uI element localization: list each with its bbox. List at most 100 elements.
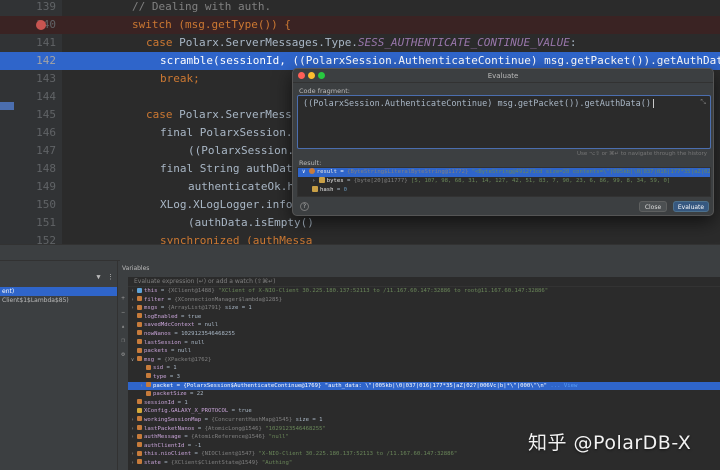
variable-row[interactable]: lastSession = null	[128, 339, 720, 348]
zoom-window-icon[interactable]	[318, 72, 325, 79]
line-number[interactable]: 142	[14, 52, 56, 70]
variable-row[interactable]: sessionId = 1	[128, 399, 720, 408]
close-window-icon[interactable]	[298, 72, 305, 79]
line-number[interactable]: 152	[14, 232, 56, 244]
variable-row[interactable]: › packet = {PolarxSession$AuthenticateCon…	[128, 381, 720, 391]
line-number[interactable]: 148	[14, 160, 56, 178]
line-number[interactable]: 144	[14, 88, 56, 106]
variable-name: state	[144, 459, 161, 466]
result-name: bytes	[326, 178, 344, 184]
variable-row[interactable]: › state = {XClient$ClientState@1549} "Aut…	[128, 459, 720, 468]
variable-type: {XClient$ClientState@1549}	[170, 459, 262, 466]
infinity-icon	[308, 168, 315, 174]
variable-row[interactable]: packetSize = 22	[128, 390, 720, 399]
variable-value: "Authing"	[261, 459, 293, 466]
variable-type: {NIOClient@1547}	[201, 451, 259, 458]
move-up-icon[interactable]: ▴	[119, 323, 127, 330]
line-number[interactable]: 151	[14, 214, 56, 232]
stack-frame[interactable]: Client$1$Lambda$85)	[0, 296, 117, 305]
variable-row[interactable]: › msgs = {ArrayList@1791} size = 1	[128, 304, 720, 313]
variable-name: packets	[144, 348, 168, 355]
result-row[interactable]: › bytes = {byte[20]@11777} [5, 107, 98, …	[298, 177, 710, 186]
variable-value: -1	[194, 442, 202, 449]
result-value: 0	[343, 187, 347, 193]
field-icon	[146, 364, 151, 370]
code-keyword: case	[146, 108, 180, 121]
frames-list[interactable]: ent) Client$1$Lambda$85)	[0, 261, 118, 470]
code-token: // Dealing with auth.	[132, 0, 272, 13]
variable-name: this.nioClient	[144, 451, 192, 458]
equals: =	[194, 322, 205, 329]
view-link[interactable]: ... View	[547, 383, 577, 389]
remove-watch-icon[interactable]: −	[119, 309, 127, 316]
code-text: final String authData =	[62, 160, 312, 178]
expand-editor-icon[interactable]: ⤡	[700, 98, 706, 107]
variable-row[interactable]: savedMdcContext = null	[128, 321, 720, 330]
code-line: 141 case Polarx.ServerMessages.Type.SESS_…	[0, 34, 720, 52]
equals: =	[173, 382, 184, 389]
variable-name: logEnabled	[144, 313, 178, 320]
settings-icon[interactable]: ⚙	[119, 351, 127, 358]
variable-type: {ConcurrentHashMap@1545}	[211, 416, 296, 423]
watch-input[interactable]: Evaluate expression (↵) or add a watch (…	[128, 277, 720, 287]
code-token: (authData.isEmpty()	[188, 216, 314, 229]
evaluate-dialog: Evaluate Code fragment: ((PolarxSession.…	[292, 68, 714, 216]
variable-value: 1029123546468255	[181, 330, 235, 337]
variable-row[interactable]: › filter = {XConnectionManager$lambda@128…	[128, 296, 720, 305]
copy-icon[interactable]: ❐	[119, 337, 127, 344]
variable-row[interactable]: › this = {XClient@1488} "XClient of X-NIO…	[128, 287, 720, 296]
expand-arrow-icon[interactable]: ›	[312, 178, 319, 184]
filter-icon[interactable]: ▼	[94, 274, 103, 281]
variable-row[interactable]: XConfig.GALAXY_X_PROTOCOL = true	[128, 407, 720, 416]
variable-row[interactable]: › workingSessionMap = {ConcurrentHashMap@…	[128, 416, 720, 425]
code-text: // Dealing with auth.	[62, 0, 271, 16]
result-row[interactable]: hash = 0	[298, 186, 710, 195]
close-button[interactable]: Close	[639, 201, 667, 212]
stack-frame[interactable]: ent)	[0, 287, 117, 296]
variable-row[interactable]: ∨ msg = {XPacket@1762}	[128, 356, 720, 365]
line-number[interactable]: 140	[14, 16, 56, 34]
line-number[interactable]: 139	[14, 0, 56, 16]
line-number[interactable]: 143	[14, 70, 56, 88]
variable-row[interactable]: packets = null	[128, 347, 720, 356]
variable-name: packetSize	[153, 391, 187, 398]
variable-value: "1029123546468255"	[265, 425, 326, 432]
breakpoint-icon[interactable]	[36, 20, 46, 30]
code-constant: SESS_AUTHENTICATE_CONTINUE_VALUE	[357, 36, 570, 49]
equals: =	[154, 356, 165, 363]
line-number[interactable]: 147	[14, 142, 56, 160]
code-token: break;	[160, 72, 200, 85]
expand-arrow-icon[interactable]: ∨	[302, 169, 309, 175]
field-icon	[137, 330, 142, 336]
variable-value: 1	[173, 365, 177, 372]
variables-toolbar: + − ▴ ❐ ⚙	[118, 261, 128, 470]
variable-row[interactable]: type = 3	[128, 373, 720, 382]
line-number[interactable]: 145	[14, 106, 56, 124]
line-number[interactable]: 146	[14, 124, 56, 142]
code-fragment-input[interactable]: ((PolarxSession.AuthenticateContinue) ms…	[297, 95, 711, 149]
variable-value: size = 1	[295, 416, 323, 423]
help-button[interactable]: ?	[300, 202, 309, 211]
field-icon	[137, 296, 142, 302]
result-name: hash	[320, 187, 334, 193]
variable-name: authClientId	[144, 442, 185, 449]
more-options-icon[interactable]: ⋮	[106, 274, 115, 281]
result-tree[interactable]: ∨ result = {ByteString$LiteralByteString…	[297, 167, 711, 197]
equals: =	[191, 451, 202, 458]
line-number[interactable]: 141	[14, 34, 56, 52]
variable-row[interactable]: logEnabled = true	[128, 313, 720, 322]
equals: =	[333, 187, 344, 193]
line-number[interactable]: 149	[14, 178, 56, 196]
line-number[interactable]: 150	[14, 196, 56, 214]
field-icon	[137, 339, 142, 345]
add-watch-icon[interactable]: +	[119, 295, 127, 302]
minimize-window-icon[interactable]	[308, 72, 315, 79]
variable-row[interactable]: nowNanos = 1029123546468255	[128, 330, 720, 339]
code-text: case Polarx.ServerMessages.Type.SESS_AUT…	[62, 34, 576, 52]
variable-name: msg	[144, 356, 155, 363]
result-row[interactable]: ∨ result = {ByteString$LiteralByteString…	[298, 168, 710, 177]
variable-row[interactable]: sid = 1	[128, 364, 720, 373]
variable-value: null	[177, 348, 192, 355]
code-text: synchronized (authMessa	[62, 232, 312, 244]
evaluate-button[interactable]: Evaluate	[673, 201, 709, 212]
